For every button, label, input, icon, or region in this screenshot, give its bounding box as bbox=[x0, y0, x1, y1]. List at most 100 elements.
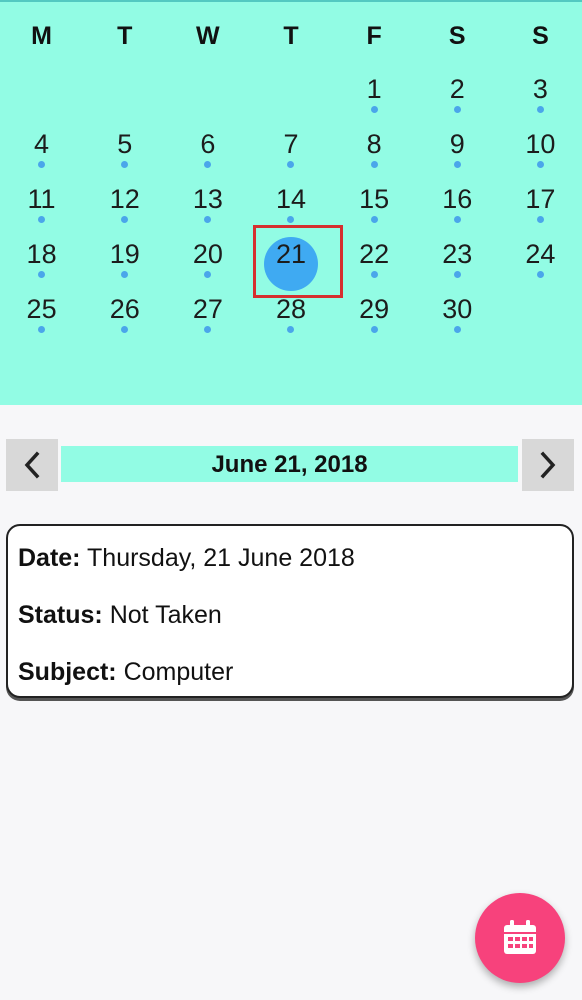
event-dot bbox=[536, 216, 544, 223]
day-cell[interactable]: 9 bbox=[416, 115, 499, 170]
chevron-right-icon bbox=[540, 451, 556, 479]
day-number: 8 bbox=[366, 129, 382, 159]
event-dot bbox=[204, 161, 212, 168]
day-number: 25 bbox=[26, 294, 57, 324]
weekday-label: M bbox=[31, 22, 52, 50]
day-cell[interactable]: 27 bbox=[166, 280, 249, 335]
day-number: 30 bbox=[442, 294, 473, 324]
day-number: 16 bbox=[442, 184, 473, 214]
event-dot bbox=[121, 216, 129, 223]
day-number: 11 bbox=[27, 184, 56, 214]
empty-day-cell bbox=[249, 60, 332, 115]
day-cell[interactable]: 24 bbox=[499, 225, 582, 280]
event-dot bbox=[121, 271, 129, 278]
day-number: 29 bbox=[359, 294, 390, 324]
day-cell[interactable]: 16 bbox=[416, 170, 499, 225]
weekday-label: S bbox=[532, 22, 549, 50]
day-number: 14 bbox=[275, 184, 307, 214]
selection-box bbox=[253, 225, 344, 298]
day-cell[interactable]: 14 bbox=[249, 170, 332, 225]
selected-day-cell[interactable]: 21 bbox=[249, 225, 344, 298]
day-cell[interactable]: 25 bbox=[0, 280, 83, 335]
day-cell[interactable]: 7 bbox=[249, 115, 332, 170]
day-number: 18 bbox=[26, 239, 57, 269]
weekday-label: S bbox=[448, 22, 466, 50]
next-day-button[interactable] bbox=[522, 439, 574, 491]
event-dot bbox=[370, 271, 378, 278]
day-number: 20 bbox=[192, 239, 223, 269]
day-cell[interactable]: 22 bbox=[333, 225, 416, 280]
previous-day-button[interactable] bbox=[6, 439, 58, 491]
day-cell[interactable]: 11 bbox=[0, 170, 83, 225]
chevron-left-icon bbox=[24, 451, 40, 479]
day-number: 22 bbox=[359, 239, 390, 269]
day-cell[interactable]: 12 bbox=[83, 170, 166, 225]
day-cell[interactable]: 6 bbox=[166, 115, 249, 170]
date-label: Date: bbox=[18, 544, 81, 572]
date-row: Date: Thursday, 21 June 2018 bbox=[18, 542, 562, 574]
event-dot bbox=[453, 161, 461, 168]
day-cell[interactable]: 23 bbox=[416, 225, 499, 280]
weekday-label: F bbox=[366, 22, 382, 50]
day-cell[interactable]: 13 bbox=[166, 170, 249, 225]
weekday-header: M T W T F S S bbox=[0, 14, 582, 58]
event-dot bbox=[370, 326, 378, 333]
day-number: 9 bbox=[449, 129, 465, 159]
day-cell[interactable]: 17 bbox=[499, 170, 582, 225]
event-dot bbox=[204, 216, 212, 223]
day-number: 12 bbox=[109, 184, 140, 214]
day-number: 13 bbox=[192, 184, 223, 214]
event-dot bbox=[453, 326, 461, 333]
day-number: 1 bbox=[366, 74, 382, 104]
day-cell[interactable]: 5 bbox=[83, 115, 166, 170]
day-cell[interactable]: 19 bbox=[83, 225, 166, 280]
current-date-label: June 21, 2018 bbox=[61, 446, 518, 482]
event-dot bbox=[287, 161, 295, 168]
day-cell[interactable]: 15 bbox=[333, 170, 416, 225]
day-cell[interactable]: 3 bbox=[499, 60, 582, 115]
month-calendar: M T W T F S S 1 2 3 4 5 6 7 8 9 10 11 12 13 14 15 16 17 1… bbox=[0, 0, 582, 405]
status-value: Not Taken bbox=[109, 601, 222, 629]
day-cell[interactable]: 20 bbox=[166, 225, 249, 280]
calendar-icon bbox=[504, 920, 536, 954]
day-cell[interactable]: 30 bbox=[416, 280, 499, 335]
event-dot bbox=[38, 216, 46, 223]
calendar-fab-button[interactable] bbox=[475, 893, 565, 983]
day-cell[interactable]: 4 bbox=[0, 115, 83, 170]
empty-day-cell bbox=[166, 60, 249, 115]
status-label: Status: bbox=[18, 601, 103, 629]
empty-day-cell bbox=[0, 60, 83, 115]
day-cell[interactable]: 1 bbox=[333, 60, 416, 115]
day-grid: 1 2 3 4 5 6 7 8 9 10 11 12 13 14 15 16 17 18 19 20 21 22 23 24 2… bbox=[0, 60, 582, 335]
day-number: 6 bbox=[200, 129, 216, 159]
day-number: 3 bbox=[532, 74, 548, 104]
day-number: 4 bbox=[34, 129, 50, 159]
date-value: Thursday, 21 June 2018 bbox=[87, 544, 355, 572]
weekday-label: W bbox=[196, 22, 220, 50]
event-dot bbox=[370, 106, 378, 113]
screen: M T W T F S S 1 2 3 4 5 6 7 8 9 10 11 12 13 14 15 16 17 1… bbox=[0, 0, 582, 1000]
weekday-label: T bbox=[283, 22, 299, 50]
day-cell[interactable]: 8 bbox=[333, 115, 416, 170]
event-dot bbox=[536, 161, 544, 168]
event-dot bbox=[453, 271, 461, 278]
event-dot bbox=[38, 326, 46, 333]
event-dot bbox=[38, 271, 46, 278]
day-cell[interactable]: 10 bbox=[499, 115, 582, 170]
day-cell[interactable]: 29 bbox=[333, 280, 416, 335]
day-number: 19 bbox=[109, 239, 140, 269]
day-cell[interactable]: 2 bbox=[416, 60, 499, 115]
event-dot bbox=[121, 326, 129, 333]
event-dot bbox=[536, 271, 544, 278]
day-number: 7 bbox=[283, 129, 299, 159]
subject-label: Subject: bbox=[18, 658, 117, 686]
event-dot bbox=[370, 161, 378, 168]
day-cell[interactable]: 26 bbox=[83, 280, 166, 335]
day-number: 23 bbox=[442, 239, 473, 269]
day-cell[interactable]: 18 bbox=[0, 225, 83, 280]
day-number: 27 bbox=[192, 294, 223, 324]
event-dot bbox=[453, 216, 461, 223]
event-dot bbox=[453, 106, 461, 113]
subject-row: Subject: Computer bbox=[18, 656, 562, 688]
event-dot bbox=[287, 216, 295, 223]
